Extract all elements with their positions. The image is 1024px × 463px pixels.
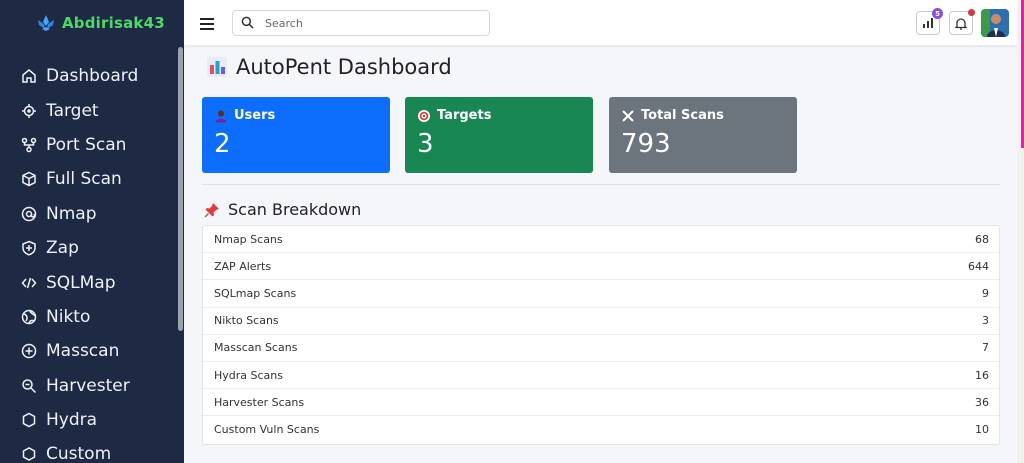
home-icon	[20, 67, 38, 85]
sidebar-item-label: Custom	[46, 444, 112, 463]
list-item: Nmap Scans 68	[203, 226, 999, 254]
search-icon	[20, 377, 38, 395]
sidebar-item-dashboard[interactable]: Dashboard	[0, 59, 176, 93]
code-icon	[20, 274, 38, 292]
tools-icon	[621, 109, 635, 123]
sidebar-item-port-scan[interactable]: Port Scan	[0, 128, 176, 162]
sidebar-item-hydra[interactable]: Hydra	[0, 403, 176, 437]
sidebar-item-custom[interactable]: Custom	[0, 437, 176, 463]
total-scans-card[interactable]: Total Scans 793	[609, 97, 797, 173]
sidebar-item-harvester[interactable]: Harvester	[0, 369, 176, 403]
sidebar-item-label: Target	[46, 100, 99, 121]
total-scans-card-value: 793	[621, 129, 671, 159]
list-item: Nikto Scans 3	[203, 308, 999, 335]
targets-card-value: 3	[417, 129, 434, 159]
sidebar-item-masscan[interactable]: Masscan	[0, 334, 176, 368]
total-scans-card-label: Total Scans	[641, 108, 724, 123]
users-card-value: 2	[214, 129, 231, 159]
sidebar-item-label: Full Scan	[46, 169, 122, 190]
scan-name: SQLmap Scans	[214, 286, 297, 300]
sidebar-item-nikto[interactable]: Nikto	[0, 300, 176, 334]
avatar[interactable]	[981, 9, 1009, 37]
crosshair-icon	[20, 102, 38, 120]
list-item: Masscan Scans 7	[203, 335, 999, 362]
sidebar-item-nmap[interactable]: Nmap	[0, 197, 176, 231]
scan-name: Masscan Scans	[214, 341, 298, 355]
brand-logo-icon	[36, 13, 56, 33]
page-title-text: AutoPent Dashboard	[236, 55, 452, 79]
notification-dot	[968, 9, 975, 16]
bar-chart-icon	[922, 17, 934, 29]
user-icon	[214, 109, 228, 123]
bell-icon	[955, 17, 967, 30]
stats-badge: 5	[932, 8, 943, 19]
list-item: ZAP Alerts 644	[203, 253, 999, 281]
sidebar-item-label: Zap	[46, 238, 79, 259]
hexagon-icon	[20, 411, 38, 429]
users-card-label: Users	[234, 108, 276, 123]
targets-card[interactable]: Targets 3	[405, 97, 593, 173]
sidebar-scrollbar[interactable]	[178, 47, 183, 331]
sidebar-item-label: Hydra	[46, 410, 98, 431]
search-box	[232, 10, 490, 36]
sidebar-item-label: Port Scan	[46, 134, 127, 155]
scan-count: 7	[982, 341, 989, 355]
sidebar: Abdirisak43 Dashboard Target Port Scan F…	[0, 0, 184, 463]
list-item: Custom Vuln Scans 10	[203, 416, 999, 443]
sidebar-item-label: Harvester	[46, 375, 130, 396]
plus-circle-icon	[20, 342, 38, 360]
network-icon	[20, 136, 38, 154]
scan-count: 68	[975, 232, 989, 246]
sidebar-item-target[interactable]: Target	[0, 93, 176, 127]
at-icon	[20, 205, 38, 223]
scan-count: 16	[975, 368, 989, 382]
scan-count: 3	[982, 314, 989, 328]
pushpin-icon	[204, 202, 220, 218]
sidebar-item-label: SQLMap	[46, 272, 116, 293]
notifications-button[interactable]	[949, 9, 975, 35]
scan-name: Nmap Scans	[214, 232, 283, 246]
breakdown-title: Scan Breakdown	[204, 200, 361, 219]
bar-chart-icon	[206, 56, 228, 78]
target-icon	[417, 109, 431, 123]
scan-name: Harvester Scans	[214, 395, 305, 409]
breakdown-title-text: Scan Breakdown	[228, 200, 362, 219]
list-item: SQLmap Scans 9	[203, 280, 999, 308]
box-icon	[20, 170, 38, 188]
stats-button[interactable]: 5	[916, 8, 943, 35]
users-card[interactable]: Users 2	[202, 97, 390, 173]
search-icon	[241, 16, 255, 30]
page-title: AutoPent Dashboard	[206, 55, 452, 79]
sidebar-item-label: Nmap	[46, 203, 97, 224]
sidebar-item-label: Nikto	[46, 306, 91, 327]
sidebar-item-label: Dashboard	[46, 66, 139, 87]
sidebar-item-full-scan[interactable]: Full Scan	[0, 162, 176, 196]
breakdown-list: Nmap Scans 68 ZAP Alerts 644 SQLmap Scan…	[202, 225, 1000, 445]
topbar: 5	[184, 0, 1024, 46]
brand[interactable]: Abdirisak43	[0, 0, 184, 46]
scan-name: Hydra Scans	[214, 368, 283, 382]
search-input[interactable]	[265, 16, 485, 30]
targets-card-label: Targets	[437, 108, 492, 123]
scan-count: 9	[982, 286, 989, 300]
scan-count: 644	[968, 259, 989, 273]
scan-count: 10	[975, 423, 989, 437]
brand-name: Abdirisak43	[62, 14, 165, 32]
shield-icon	[20, 239, 38, 257]
scan-name: Nikto Scans	[214, 314, 279, 328]
menu-toggle-icon[interactable]	[200, 15, 214, 30]
db-icon	[20, 445, 38, 463]
sidebar-item-zap[interactable]: Zap	[0, 231, 176, 265]
list-item: Harvester Scans 36	[203, 389, 999, 417]
list-item: Hydra Scans 16	[203, 362, 999, 390]
divider	[202, 184, 1000, 185]
scan-name: Custom Vuln Scans	[214, 423, 320, 437]
sidebar-item-sqlmap[interactable]: SQLMap	[0, 265, 176, 299]
sidebar-item-label: Masscan	[46, 341, 120, 362]
globe-icon	[20, 308, 38, 326]
scan-name: ZAP Alerts	[214, 259, 272, 273]
scan-count: 36	[975, 395, 989, 409]
sidebar-nav: Dashboard Target Port Scan Full Scan Nma…	[0, 59, 176, 463]
